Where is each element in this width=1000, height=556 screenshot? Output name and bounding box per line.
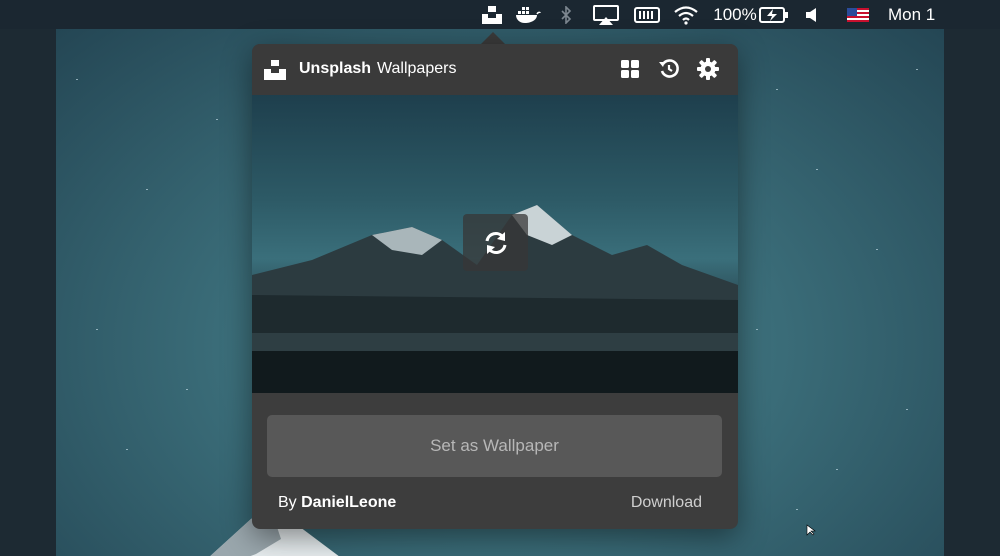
airplay-icon[interactable] <box>591 0 621 29</box>
refresh-button[interactable] <box>463 214 528 271</box>
popover-caret <box>481 32 505 44</box>
bluetooth-icon[interactable] <box>557 0 575 29</box>
menu-clock[interactable]: Mon 1 <box>888 0 948 29</box>
app-subtitle: Wallpapers <box>377 60 457 77</box>
battery-charging-icon[interactable] <box>758 0 790 29</box>
unsplash-logo-icon <box>264 60 286 80</box>
memory-icon[interactable] <box>633 0 661 29</box>
history-icon[interactable] <box>657 57 681 81</box>
gear-icon[interactable] <box>696 57 720 81</box>
credit-prefix: By <box>278 494 297 511</box>
download-link[interactable]: Download <box>631 494 702 512</box>
set-wallpaper-button[interactable]: Set as Wallpaper <box>267 415 722 477</box>
unsplash-icon[interactable] <box>481 0 503 29</box>
wallpaper-preview <box>252 95 738 393</box>
us-flag-icon[interactable] <box>846 0 870 29</box>
mouse-cursor-icon <box>806 524 816 536</box>
credit-author-link[interactable]: DanielLeone <box>301 494 396 511</box>
photo-credit: By DanielLeone <box>278 494 396 512</box>
volume-icon[interactable] <box>802 0 822 29</box>
grid-icon[interactable] <box>618 57 642 81</box>
app-name: Unsplash <box>299 60 372 77</box>
docker-icon[interactable] <box>514 0 542 29</box>
wifi-icon[interactable] <box>672 0 700 29</box>
unsplash-popover: Unsplash Wallpapers Set as Wallpaper By … <box>252 44 738 529</box>
menu-bar: 100% Mon 1 <box>0 0 1000 29</box>
popover-header: Unsplash Wallpapers <box>252 44 738 95</box>
refresh-icon <box>485 231 506 254</box>
battery-percent: 100% <box>713 4 757 24</box>
